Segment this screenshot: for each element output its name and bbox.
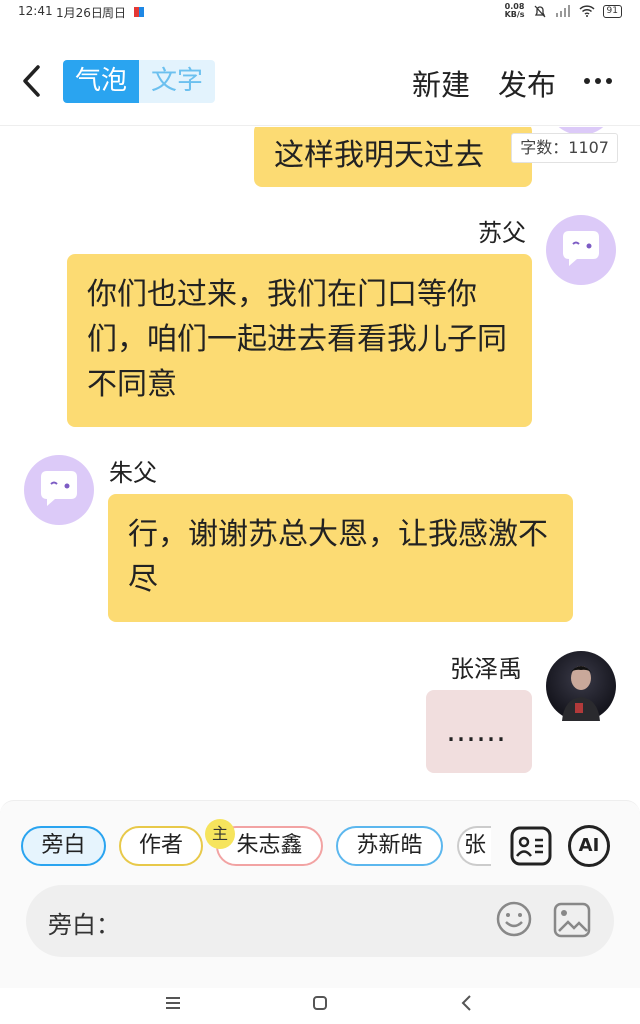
message-bubble[interactable]: 你们也过来，我们在门口等你们，咱们一起进去看看我儿子同不同意 (67, 254, 532, 427)
role-chip-author[interactable]: 作者 (119, 826, 203, 866)
speaker-name: 苏父 (478, 219, 526, 247)
message-bubble[interactable]: 行，谢谢苏总大恩，让我感激不尽 (108, 494, 573, 622)
emoji-icon[interactable] (496, 901, 532, 937)
avatar[interactable] (546, 215, 616, 285)
app-notification-icon (134, 7, 144, 17)
role-chip-su-xinhao[interactable]: 苏新皓 (336, 826, 443, 866)
chat-bubble-face-icon (41, 471, 77, 506)
editor-header: 气泡 文字 新建 发布 (0, 40, 640, 126)
ai-icon[interactable]: AI (568, 825, 610, 867)
status-bar: 12:41 1月26日 周日 0.08 KB/s 91 (0, 0, 640, 26)
speaker-name: 张泽禹 (450, 655, 522, 683)
input-role-prefix: 旁白： (48, 911, 120, 939)
mode-switch: 气泡 文字 (63, 60, 215, 103)
status-date: 1月26日 (56, 6, 103, 20)
main-role-badge: 主 (205, 819, 235, 849)
user-photo-avatar[interactable] (546, 651, 616, 721)
back-icon[interactable] (20, 64, 44, 98)
speaker-name: 朱父 (109, 459, 157, 487)
menu-icon[interactable] (165, 996, 181, 1010)
battery-indicator: 91 (602, 4, 622, 18)
image-icon[interactable] (553, 901, 591, 939)
nav-back-icon[interactable] (460, 994, 472, 1012)
chat-bubble-face-icon (563, 231, 599, 266)
role-card-icon[interactable] (510, 825, 552, 867)
chat-area[interactable]: 这样我明天过去 字数：1107 苏父 你们也过来，我们在门口等你们，咱们一起进去… (0, 127, 640, 800)
signal-icon (555, 5, 570, 17)
wifi-icon (579, 5, 595, 17)
home-icon[interactable] (312, 995, 328, 1011)
network-speed: 0.08 KB/s (504, 2, 525, 19)
mute-icon (534, 5, 546, 18)
publish-button[interactable]: 发布 (498, 62, 556, 104)
composer-panel: 旁白 作者 朱志鑫 主 苏新皓 张 AI 旁白： (0, 800, 640, 988)
status-time: 12:41 (18, 4, 53, 18)
avatar[interactable] (24, 455, 94, 525)
tab-bubble[interactable]: 气泡 (63, 60, 139, 103)
new-button[interactable]: 新建 (412, 62, 470, 104)
role-chip-narrator[interactable]: 旁白 (21, 826, 106, 866)
message-input[interactable]: 旁白： (26, 885, 614, 957)
status-weekday: 周日 (102, 6, 127, 20)
person-photo (562, 666, 600, 721)
system-navigation-bar (0, 988, 640, 1024)
role-chip-zhang[interactable]: 张 (457, 826, 491, 866)
word-count-badge: 字数：1107 (511, 133, 618, 163)
message-bubble[interactable]: …… (426, 690, 532, 773)
tab-text[interactable]: 文字 (139, 60, 215, 103)
more-icon[interactable] (584, 78, 612, 84)
message-bubble[interactable]: 这样我明天过去 (254, 127, 532, 187)
